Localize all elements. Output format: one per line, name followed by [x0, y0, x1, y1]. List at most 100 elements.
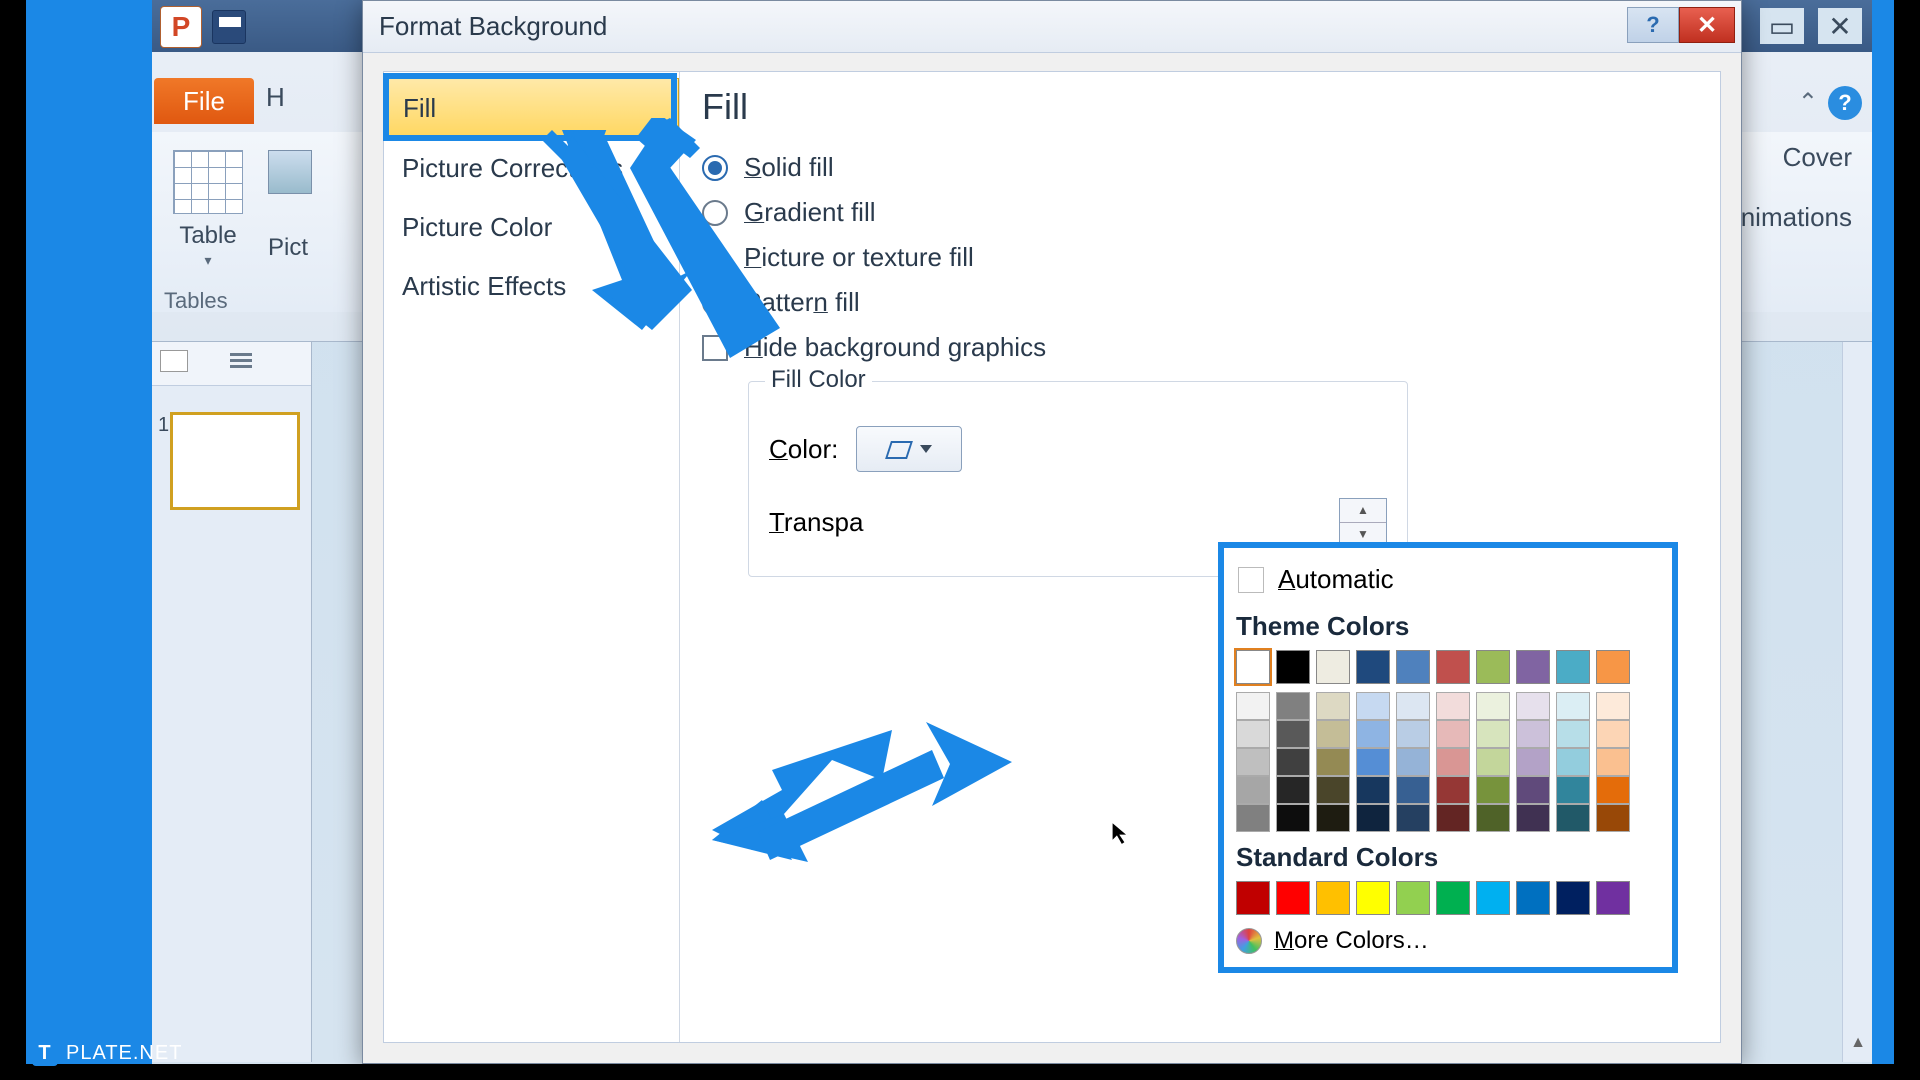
sidebar-item-picture-corrections[interactable]: Picture Corrections [384, 139, 679, 198]
ribbon-collapse-icon[interactable]: ⌃ [1798, 88, 1818, 117]
standard-color-swatch[interactable] [1396, 881, 1430, 915]
dialog-close-button[interactable]: ✕ [1679, 7, 1735, 43]
sidebar-item-fill[interactable]: Fill [384, 78, 679, 139]
standard-color-swatch[interactable] [1276, 881, 1310, 915]
theme-tint-swatch[interactable] [1516, 692, 1550, 720]
vertical-scrollbar[interactable]: ▲ [1842, 342, 1872, 1062]
theme-tint-swatch[interactable] [1276, 804, 1310, 832]
theme-tint-swatch[interactable] [1236, 776, 1270, 804]
theme-tint-swatch[interactable] [1596, 776, 1630, 804]
standard-color-swatch[interactable] [1596, 881, 1630, 915]
theme-tint-swatch[interactable] [1236, 692, 1270, 720]
theme-tint-swatch[interactable] [1316, 720, 1350, 748]
slides-tab-icon[interactable] [160, 350, 188, 372]
color-automatic[interactable]: Automatic [1236, 558, 1660, 601]
theme-color-swatch[interactable] [1236, 650, 1270, 684]
theme-tint-swatch[interactable] [1516, 776, 1550, 804]
sidebar-item-picture-color[interactable]: Picture Color [384, 198, 679, 257]
help-icon[interactable]: ? [1828, 86, 1862, 120]
theme-tint-swatch[interactable] [1436, 776, 1470, 804]
file-tab[interactable]: File [154, 78, 254, 124]
theme-tint-swatch[interactable] [1356, 720, 1390, 748]
theme-color-swatch[interactable] [1436, 650, 1470, 684]
ribbon-item-animations[interactable]: Animations [1723, 202, 1852, 233]
option-hide-graphics[interactable]: Hide background graphics [702, 332, 1698, 363]
ribbon-tab-partial[interactable]: H [266, 82, 285, 113]
theme-tint-swatch[interactable] [1476, 748, 1510, 776]
theme-tint-swatch[interactable] [1316, 804, 1350, 832]
theme-tint-swatch[interactable] [1236, 720, 1270, 748]
more-colors[interactable]: More Colors… [1236, 927, 1660, 955]
theme-tint-swatch[interactable] [1516, 748, 1550, 776]
theme-tint-swatch[interactable] [1316, 748, 1350, 776]
theme-color-swatch[interactable] [1316, 650, 1350, 684]
theme-tint-swatch[interactable] [1556, 748, 1590, 776]
standard-color-swatch[interactable] [1436, 881, 1470, 915]
theme-tint-swatch[interactable] [1236, 748, 1270, 776]
standard-color-swatch[interactable] [1236, 881, 1270, 915]
option-picture-fill[interactable]: Picture or texture fill [702, 242, 1698, 273]
theme-tint-swatch[interactable] [1316, 776, 1350, 804]
save-icon[interactable] [212, 10, 246, 44]
sidebar-item-artistic-effects[interactable]: Artistic Effects [384, 257, 679, 316]
theme-tint-swatch[interactable] [1596, 692, 1630, 720]
standard-color-swatch[interactable] [1556, 881, 1590, 915]
theme-tint-swatch[interactable] [1356, 804, 1390, 832]
theme-tint-swatch[interactable] [1396, 692, 1430, 720]
theme-tint-swatch[interactable] [1596, 748, 1630, 776]
theme-tint-swatch[interactable] [1436, 804, 1470, 832]
color-dropdown-button[interactable] [856, 426, 962, 472]
standard-color-swatch[interactable] [1516, 881, 1550, 915]
theme-tint-swatch[interactable] [1396, 776, 1430, 804]
theme-tint-swatch[interactable] [1516, 804, 1550, 832]
theme-tint-swatch[interactable] [1476, 720, 1510, 748]
option-gradient-fill[interactable]: Gradient fill [702, 197, 1698, 228]
theme-tint-swatch[interactable] [1476, 776, 1510, 804]
theme-tint-swatch[interactable] [1476, 804, 1510, 832]
theme-tint-swatch[interactable] [1396, 720, 1430, 748]
insert-table-button[interactable]: Table ▾ [166, 150, 250, 280]
theme-color-swatch[interactable] [1356, 650, 1390, 684]
option-solid-fill[interactable]: Solid fill [702, 152, 1698, 183]
standard-color-swatch[interactable] [1316, 881, 1350, 915]
theme-tint-swatch[interactable] [1556, 776, 1590, 804]
theme-color-swatch[interactable] [1596, 650, 1630, 684]
theme-tint-swatch[interactable] [1516, 720, 1550, 748]
theme-tint-swatch[interactable] [1436, 748, 1470, 776]
window-restore-icon[interactable]: ▭ [1760, 8, 1804, 44]
outline-tab-icon[interactable] [230, 350, 258, 368]
dialog-help-button[interactable]: ? [1627, 7, 1679, 43]
ribbon-item-cover[interactable]: Cover [1783, 142, 1852, 173]
theme-tint-swatch[interactable] [1436, 720, 1470, 748]
window-close-icon[interactable]: ✕ [1818, 8, 1862, 44]
theme-tint-swatch[interactable] [1316, 692, 1350, 720]
theme-color-swatch[interactable] [1396, 650, 1430, 684]
theme-tint-swatch[interactable] [1356, 776, 1390, 804]
theme-tint-swatch[interactable] [1596, 720, 1630, 748]
theme-color-swatch[interactable] [1556, 650, 1590, 684]
theme-tint-swatch[interactable] [1276, 776, 1310, 804]
theme-tint-swatch[interactable] [1556, 720, 1590, 748]
theme-tint-swatch[interactable] [1276, 748, 1310, 776]
theme-tint-swatch[interactable] [1396, 748, 1430, 776]
theme-tint-swatch[interactable] [1556, 692, 1590, 720]
theme-tint-swatch[interactable] [1596, 804, 1630, 832]
slide-thumbnail-1[interactable] [170, 412, 300, 510]
option-pattern-fill[interactable]: Pattern fill [702, 287, 1698, 318]
theme-tint-swatch[interactable] [1396, 804, 1430, 832]
standard-color-swatch[interactable] [1476, 881, 1510, 915]
spinner-up-icon[interactable]: ▲ [1340, 499, 1386, 523]
theme-tint-swatch[interactable] [1356, 748, 1390, 776]
insert-picture-button[interactable]: Pict [268, 150, 328, 262]
theme-tint-swatch[interactable] [1556, 804, 1590, 832]
scroll-up-icon[interactable]: ▲ [1847, 1032, 1869, 1054]
theme-color-swatch[interactable] [1516, 650, 1550, 684]
transparency-spinner[interactable]: ▲ ▼ [1339, 498, 1387, 546]
theme-tint-swatch[interactable] [1276, 720, 1310, 748]
theme-color-swatch[interactable] [1476, 650, 1510, 684]
theme-tint-swatch[interactable] [1436, 692, 1470, 720]
theme-tint-swatch[interactable] [1356, 692, 1390, 720]
theme-color-swatch[interactable] [1276, 650, 1310, 684]
standard-color-swatch[interactable] [1356, 881, 1390, 915]
theme-tint-swatch[interactable] [1236, 804, 1270, 832]
